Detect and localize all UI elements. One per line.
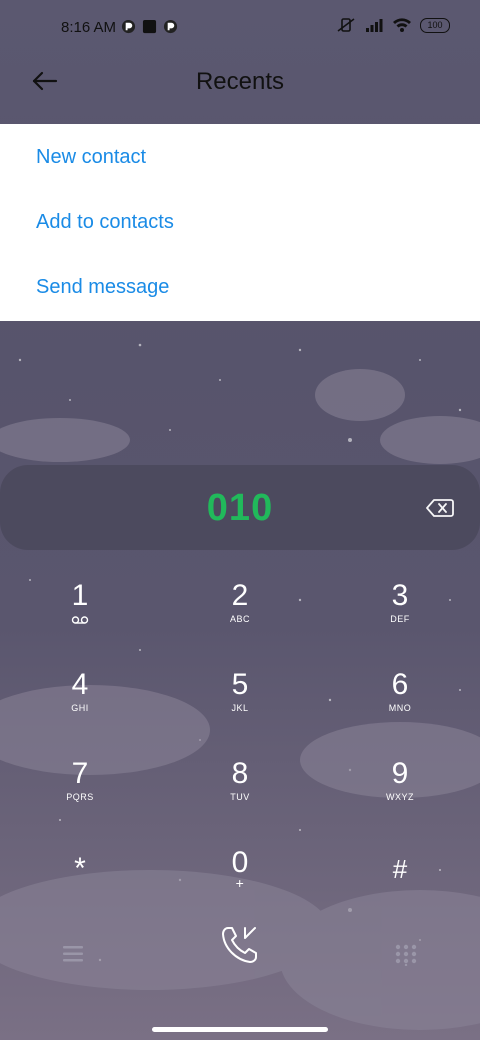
key-6[interactable]: 6 MNO — [340, 668, 460, 714]
key-letters: DEF — [390, 614, 410, 624]
key-star[interactable]: * — [20, 853, 140, 885]
key-2[interactable]: 2 ABC — [180, 579, 300, 625]
key-digit: 6 — [391, 668, 409, 701]
vibrate-off-icon — [337, 18, 355, 32]
key-3[interactable]: 3 DEF — [340, 579, 460, 625]
voicemail-icon — [71, 616, 89, 624]
key-0[interactable]: 0 + — [180, 847, 300, 892]
key-9[interactable]: 9 WXYZ — [340, 757, 460, 803]
number-action-menu: New contact Add to contacts Send message — [0, 124, 480, 321]
key-digit: 3 — [391, 579, 409, 612]
key-letters: ABC — [229, 614, 250, 624]
key-digit: 4 — [71, 668, 89, 701]
key-letters: GHI — [71, 703, 89, 713]
key-letters: MNO — [388, 703, 412, 713]
dialer-bottom-bar — [0, 920, 480, 990]
moon-decoration — [269, 416, 305, 458]
key-7[interactable]: 7 PQRS — [20, 757, 140, 803]
status-bar: 8:16 AM 100 — [0, 0, 480, 56]
key-digit: 8 — [231, 757, 249, 790]
key-4[interactable]: 4 GHI — [20, 668, 140, 714]
menu-lines-icon[interactable] — [63, 945, 83, 963]
key-digit: * — [74, 852, 86, 885]
add-to-contacts-option[interactable]: Add to contacts — [0, 189, 480, 254]
signal-icon — [366, 19, 383, 32]
key-digit: # — [392, 854, 408, 884]
page-title: Recents — [195, 68, 285, 95]
key-letters: TUV — [230, 792, 250, 802]
status-time: 8:16 AM — [61, 19, 117, 36]
key-1[interactable]: 1 — [20, 580, 140, 630]
key-8[interactable]: 8 TUV — [180, 757, 300, 803]
send-message-option[interactable]: Send message — [0, 254, 480, 319]
new-contact-option[interactable]: New contact — [0, 124, 480, 189]
system-status-icons: 100 — [336, 17, 450, 33]
square-notification-icon — [142, 19, 157, 34]
dialed-number: 010 — [206, 487, 274, 529]
app-notification-icon — [121, 19, 136, 34]
key-digit: 5 — [231, 668, 249, 701]
key-digit: 1 — [71, 579, 89, 612]
notification-icons — [121, 19, 178, 34]
home-indicator[interactable] — [152, 1027, 328, 1032]
dialpad-icon[interactable] — [395, 944, 417, 966]
app-notification-icon — [163, 19, 178, 34]
app-header: Recents — [0, 56, 480, 124]
wifi-icon — [393, 18, 411, 32]
key-letters: WXYZ — [386, 792, 414, 802]
key-letters: PQRS — [66, 792, 94, 802]
key-digit: 2 — [231, 579, 249, 612]
key-hash[interactable]: # — [340, 853, 460, 885]
call-icon[interactable] — [219, 924, 261, 966]
key-5[interactable]: 5 JKL — [180, 668, 300, 714]
dialed-number-panel: 010 — [0, 465, 480, 550]
backspace-icon[interactable] — [426, 498, 454, 518]
key-digit: 7 — [71, 757, 89, 790]
key-letters: + — [235, 875, 245, 891]
key-digit: 9 — [391, 757, 409, 790]
key-letters: JKL — [231, 703, 249, 713]
battery-indicator: 100 — [420, 17, 450, 33]
